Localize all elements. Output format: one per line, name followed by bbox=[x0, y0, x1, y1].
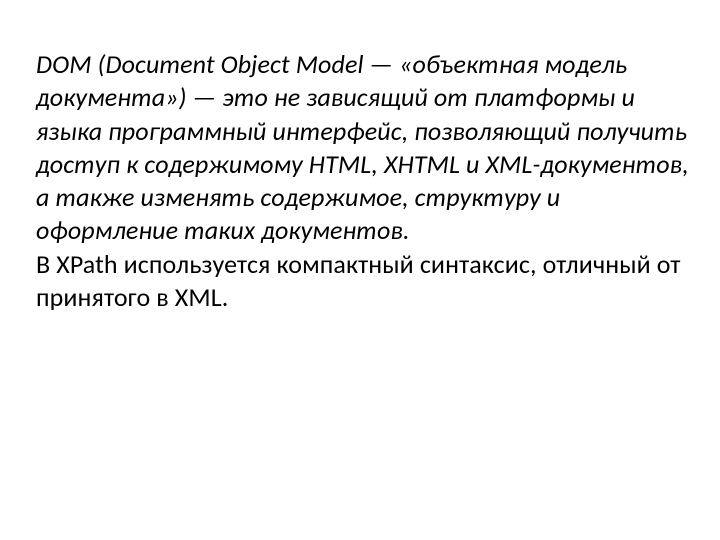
dom-definition-italic: DOM (Document Object Model — «объектная … bbox=[36, 48, 689, 246]
body-text: DOM (Document Object Model — «объектная … bbox=[36, 48, 702, 314]
document-page: DOM (Document Object Model — «объектная … bbox=[0, 0, 720, 540]
xpath-sentence: В XPath используется компактный синтакси… bbox=[36, 248, 681, 313]
